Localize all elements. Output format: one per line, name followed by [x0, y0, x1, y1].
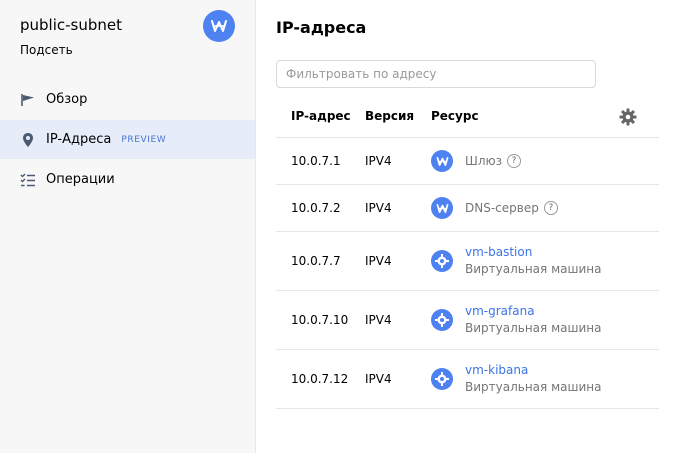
ip-cell: 10.0.7.10: [291, 313, 349, 327]
subnet-name: public-subnet: [20, 16, 123, 34]
resource-type: Виртуальная машина: [465, 380, 602, 394]
column-header-resource[interactable]: Ресурс: [431, 109, 479, 123]
ip-cell: 10.0.7.12: [291, 372, 349, 386]
sidebar-item-ip-addresses[interactable]: IP-Адреса PREVIEW: [0, 120, 255, 159]
vm-chip-icon: [431, 368, 453, 390]
sidebar-nav: Обзор IP-Адреса PREVIEW Операции: [0, 80, 255, 200]
ip-table: IP-адрес Версия Ресурс 10.0.7.1 IPV4 Шлю…: [276, 96, 659, 409]
subnet-type-label: Подсеть: [20, 43, 73, 57]
table-row: 10.0.7.7 IPV4 vm-bastion Виртуальная маш…: [276, 232, 659, 291]
column-header-version[interactable]: Версия: [365, 109, 414, 123]
sidebar-item-label: Обзор: [46, 92, 88, 107]
ip-cell: 10.0.7.7: [291, 254, 341, 268]
table-header: IP-адрес Версия Ресурс: [276, 96, 659, 138]
resource-name: DNS-сервер: [465, 201, 539, 215]
vm-chip-icon: [431, 250, 453, 272]
table-row: 10.0.7.10 IPV4 vm-grafana Виртуальная ма…: [276, 291, 659, 350]
table-row: 10.0.7.2 IPV4 DNS-сервер ?: [276, 185, 659, 232]
resource-type: Виртуальная машина: [465, 321, 602, 335]
table-row: 10.0.7.12 IPV4 vm-kibana Виртуальная маш…: [276, 350, 659, 409]
help-icon[interactable]: ?: [506, 154, 521, 168]
table-row: 10.0.7.1 IPV4 Шлюз ?: [276, 138, 659, 185]
gateway-icon: [431, 197, 453, 219]
resource-cell: Шлюз ?: [465, 154, 521, 168]
version-cell: IPV4: [365, 372, 392, 386]
gear-icon[interactable]: [619, 108, 637, 126]
sidebar-item-operations[interactable]: Операции: [0, 160, 255, 199]
sidebar: public-subnet Подсеть Обзор IP-Адреса PR…: [0, 0, 256, 453]
sidebar-item-label: IP-Адреса: [46, 132, 112, 147]
resource-cell: vm-bastion Виртуальная машина: [465, 244, 601, 278]
resource-link[interactable]: vm-kibana: [465, 362, 601, 379]
resource-type: Виртуальная машина: [465, 262, 602, 276]
main-content: IP-адреса IP-адрес Версия Ресурс: [256, 0, 697, 453]
sidebar-header: public-subnet Подсеть: [20, 10, 240, 65]
gateway-icon: [203, 10, 235, 42]
location-pin-icon: [20, 132, 36, 148]
version-cell: IPV4: [365, 154, 392, 168]
sidebar-item-label: Операции: [46, 172, 115, 187]
version-cell: IPV4: [365, 313, 392, 327]
resource-cell: vm-grafana Виртуальная машина: [465, 303, 601, 337]
ip-cell: 10.0.7.2: [291, 201, 341, 215]
column-header-ip[interactable]: IP-адрес: [291, 109, 351, 123]
version-cell: IPV4: [365, 254, 392, 268]
sidebar-item-overview[interactable]: Обзор: [0, 80, 255, 119]
resource-link[interactable]: vm-grafana: [465, 303, 601, 320]
preview-badge: PREVIEW: [121, 134, 167, 145]
resource-name: Шлюз: [465, 154, 502, 168]
version-cell: IPV4: [365, 201, 392, 215]
ip-cell: 10.0.7.1: [291, 154, 341, 168]
resource-cell: vm-kibana Виртуальная машина: [465, 362, 601, 396]
vm-chip-icon: [431, 309, 453, 331]
flag-icon: [20, 92, 36, 108]
resource-link[interactable]: vm-bastion: [465, 244, 601, 261]
page-title: IP-адреса: [276, 18, 367, 37]
resource-cell: DNS-сервер ?: [465, 201, 558, 215]
address-filter-input[interactable]: [276, 60, 596, 88]
checklist-icon: [20, 172, 36, 188]
gateway-icon: [431, 150, 453, 172]
help-icon[interactable]: ?: [543, 201, 558, 215]
